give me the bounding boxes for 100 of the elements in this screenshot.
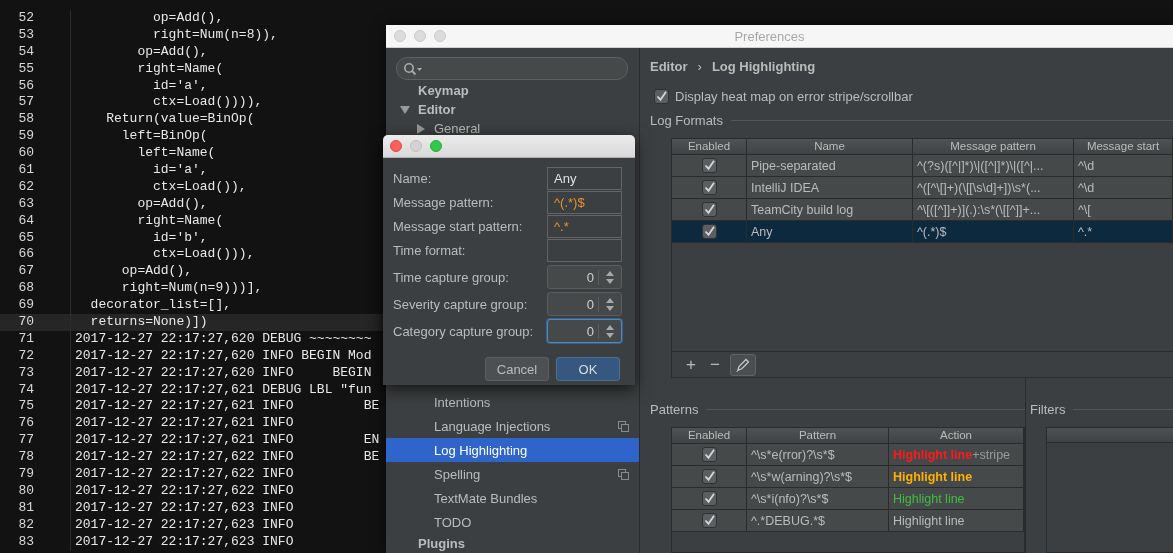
code-line: 2017-12-27 22:17:27,620 INFO BEGIN: [75, 364, 372, 382]
line-number: 75: [17, 398, 34, 416]
code-line: left=BinOp(: [120, 128, 208, 146]
number-spinner[interactable]: 0: [547, 319, 622, 343]
sidebar-item[interactable]: Language Injections: [386, 414, 639, 438]
line-number: 82: [17, 516, 34, 534]
cancel-button[interactable]: Cancel: [485, 357, 549, 381]
checkbox[interactable]: [654, 88, 669, 104]
section-title: Patterns: [650, 401, 699, 417]
number-spinner[interactable]: 0: [547, 292, 622, 316]
table-cell: ^.*DEBUG.*$: [747, 510, 889, 531]
sidebar-item[interactable]: General: [386, 119, 639, 138]
pattern-field[interactable]: ^.*: [547, 215, 622, 238]
sidebar-item[interactable]: Spelling: [386, 462, 639, 486]
line-number: 78: [17, 449, 34, 467]
pencil-icon: [734, 356, 751, 373]
table-cell: ^.*: [1074, 221, 1173, 242]
ok-button[interactable]: OK: [556, 357, 620, 381]
line-number: 61: [17, 162, 34, 179]
sidebar-item[interactable]: Keymap: [386, 81, 639, 100]
table-row[interactable]: IntelliJ IDEA ^([^\[]+)(\[[\s\d]+])\s*(... ^\d: [672, 176, 1173, 198]
remove-button[interactable]: −: [705, 353, 724, 376]
zoom-button[interactable]: [430, 140, 442, 152]
code-line: left=Name(: [136, 145, 216, 162]
checkbox[interactable]: [701, 224, 717, 239]
sidebar-item[interactable]: TODO: [386, 510, 639, 534]
sidebar-item[interactable]: Log Highlighting: [386, 438, 639, 462]
line-number: 74: [17, 381, 34, 399]
text-field[interactable]: [547, 239, 622, 262]
spinner-value-field[interactable]: 0: [548, 294, 598, 314]
breadcrumb-separator: ›: [697, 59, 702, 75]
line-number: 58: [17, 111, 34, 129]
line-number: 67: [17, 263, 34, 281]
field-label: Message start pattern:: [393, 219, 523, 234]
code-line: 2017-12-27 22:17:27,623 INFO: [75, 533, 294, 551]
line-number: 64: [17, 212, 34, 230]
code-line: 2017-12-27 22:17:27,623 INFO: [75, 499, 294, 517]
section-title: Filters: [1030, 401, 1066, 417]
code-line: decorator_list=[],: [89, 297, 232, 315]
spinner-value-field[interactable]: 0: [548, 321, 598, 341]
checkbox[interactable]: [701, 158, 717, 173]
breadcrumb-link[interactable]: Editor: [650, 59, 688, 75]
collapsed-arrow-icon[interactable]: [416, 123, 426, 134]
checkbox[interactable]: [701, 491, 717, 506]
code-line: id='a',: [152, 77, 208, 95]
table-row[interactable]: Any ^(.*)$ ^.*: [672, 220, 1173, 242]
close-button[interactable]: [390, 140, 402, 152]
line-number: 66: [17, 246, 34, 264]
field-label: Time format:: [393, 243, 466, 258]
sidebar-item[interactable]: Plugins: [386, 534, 639, 553]
line-number: 77: [17, 432, 34, 450]
code-line: right=Name(: [136, 60, 224, 78]
line-number: 76: [17, 415, 34, 433]
section-title: Log Formats: [650, 112, 723, 128]
checkbox[interactable]: [701, 202, 717, 217]
pattern-field[interactable]: ^(.*)$: [547, 191, 622, 214]
search-icon[interactable]: [403, 61, 422, 76]
code-line: 2017-12-27 22:17:27,621 DEBUG LBL "fun: [75, 381, 372, 399]
table-cell: Highlight line: [889, 510, 1024, 531]
code-line: right=Name(: [136, 212, 224, 230]
table-row[interactable]: Pipe-separated ^(?s)([^|]*)\|([^|]*)\|([^|... ^\d: [672, 154, 1173, 176]
code-line: right=Num(n=9)))],: [120, 280, 263, 298]
checkbox[interactable]: [701, 447, 717, 462]
code-line: 2017-12-27 22:17:27,622 INFO: [75, 466, 294, 483]
checkbox[interactable]: [701, 513, 717, 528]
line-number: 55: [17, 60, 34, 78]
search-field[interactable]: [396, 57, 628, 80]
code-line: 2017-12-27 22:17:27,622 INFO: [75, 482, 294, 500]
code-line: ctx=Load())),: [152, 246, 255, 264]
text-field[interactable]: Any: [547, 167, 622, 190]
add-button[interactable]: +: [682, 353, 700, 376]
line-number: 73: [17, 364, 34, 382]
line-number: 52: [17, 10, 34, 27]
sidebar-item[interactable]: Intentions: [386, 390, 639, 414]
edit-button[interactable]: [729, 353, 756, 376]
checkbox[interactable]: [701, 180, 717, 195]
line-number: 56: [17, 77, 34, 95]
window-title: Preferences: [733, 28, 806, 44]
line-number: 70: [17, 314, 34, 331]
sidebar-item[interactable]: TextMate Bundles: [386, 486, 639, 510]
line-number: 72: [17, 347, 34, 365]
code-line: 2017-12-27 22:17:27,623 INFO: [75, 516, 294, 534]
line-number: 63: [17, 195, 34, 213]
table-row[interactable]: TeamCity build log ^\[([^]]+)](.):\s*(\[[^]]+... ^\[: [672, 198, 1173, 220]
code-line: 2017-12-27 22:17:27,622 INFO BE: [75, 449, 380, 467]
field-label: Message pattern:: [393, 195, 494, 210]
code-line: 2017-12-27 22:17:27,620 DEBUG ~~~~~~~~: [75, 330, 372, 348]
checkbox[interactable]: [701, 469, 717, 484]
line-number: 68: [17, 280, 34, 298]
line-number: 71: [17, 330, 34, 348]
expanded-arrow-icon[interactable]: [400, 104, 410, 115]
line-number: 57: [17, 94, 34, 112]
spinner-value-field[interactable]: 0: [548, 267, 598, 287]
sidebar-item[interactable]: Editor: [386, 100, 639, 119]
line-number: 83: [17, 533, 34, 551]
number-spinner[interactable]: 0: [547, 265, 622, 289]
code-line: op=Add(),: [120, 263, 193, 281]
line-number: 60: [17, 145, 34, 162]
code-line: 2017-12-27 22:17:27,621 INFO BE: [75, 398, 380, 416]
breadcrumb-current: Log Highlighting: [711, 59, 816, 75]
